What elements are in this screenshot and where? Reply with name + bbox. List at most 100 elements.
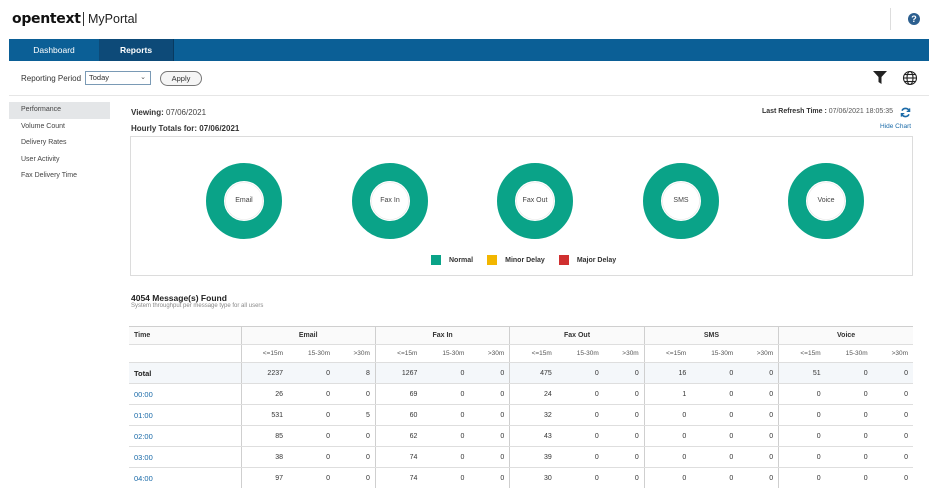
tab-dashboard[interactable]: Dashboard bbox=[9, 39, 99, 61]
subheader-cell[interactable]: 15-30m bbox=[288, 344, 335, 363]
opentext-logo[interactable]: opentext bbox=[12, 11, 81, 27]
report-sidebar: Performance Volume Count Delivery Rates … bbox=[9, 102, 110, 185]
viewing-value: 07/06/2021 bbox=[165, 108, 207, 117]
subheader-cell[interactable]: <=15m bbox=[240, 344, 288, 363]
table-cell: 0 bbox=[738, 383, 779, 405]
table-cell: 0 bbox=[288, 425, 335, 447]
table-cell: 0 bbox=[603, 446, 645, 468]
table-cell: 0 bbox=[738, 362, 779, 384]
hour-link[interactable]: 02:00 bbox=[129, 425, 241, 447]
table-cell: 43 bbox=[509, 425, 557, 447]
apply-button[interactable]: Apply bbox=[160, 71, 202, 86]
table-cell: 39 bbox=[509, 446, 557, 468]
table-cell: 0 bbox=[288, 383, 335, 405]
subheader-cell[interactable]: <=15m bbox=[509, 344, 557, 363]
refresh-icon[interactable] bbox=[900, 107, 911, 120]
table-cell: 97 bbox=[240, 467, 288, 488]
subheader-cell[interactable]: <=15m bbox=[643, 344, 692, 363]
legend-swatch bbox=[431, 255, 441, 265]
reporting-period-value: Today bbox=[89, 73, 110, 82]
table-cell: 0 bbox=[643, 425, 692, 447]
sidebar-item-user-activity[interactable]: User Activity bbox=[9, 152, 110, 169]
subheader-cell[interactable]: >30m bbox=[603, 344, 645, 363]
table-cell: 475 bbox=[509, 362, 557, 384]
table-cell: 2237 bbox=[240, 362, 288, 384]
sidebar-item-performance[interactable]: Performance bbox=[9, 102, 110, 119]
subheader-cell[interactable]: 15-30m bbox=[556, 344, 604, 363]
main-nav: Dashboard Reports bbox=[9, 39, 929, 61]
subheader-cell[interactable]: 15-30m bbox=[691, 344, 739, 363]
table-cell: 60 bbox=[374, 404, 423, 426]
table-cell: 0 bbox=[469, 383, 510, 405]
sidebar-item-fax-delivery-time[interactable]: Fax Delivery Time bbox=[9, 168, 110, 185]
viewing-label: Viewing: bbox=[131, 108, 164, 117]
table-subheader-row: <=15m 15-30m >30m <=15m 15-30m >30m <=15m 15-30… bbox=[129, 344, 914, 363]
table-cell: 30 bbox=[509, 467, 557, 488]
sidebar-item-volume-count[interactable]: Volume Count bbox=[9, 119, 110, 136]
table-cell: 38 bbox=[240, 446, 288, 468]
table-cell: 8 bbox=[335, 362, 376, 384]
table-cell: 51 bbox=[778, 362, 826, 384]
legend-label: Minor Delay bbox=[505, 256, 545, 264]
last-refresh: Last Refresh Time : 07/06/2021 18:05:35 bbox=[762, 108, 893, 115]
table-cell: 0 bbox=[422, 467, 470, 488]
subheader-cell[interactable]: <=15m bbox=[778, 344, 826, 363]
table-cell: 74 bbox=[374, 467, 423, 488]
donut-label: SMS bbox=[673, 197, 689, 204]
hourly-totals-title: Hourly Totals for: 07/06/2021 bbox=[131, 124, 240, 133]
table-cell: 1 bbox=[643, 383, 692, 405]
time-column-header[interactable]: Time bbox=[129, 326, 241, 345]
subheader-cell[interactable]: 15-30m bbox=[422, 344, 470, 363]
sidebar-item-delivery-rates[interactable]: Delivery Rates bbox=[9, 135, 110, 152]
table-cell: 26 bbox=[240, 383, 288, 405]
table-cell: 0 bbox=[603, 467, 645, 488]
table-cell: 0 bbox=[603, 362, 645, 384]
donut-label: Voice bbox=[817, 197, 835, 204]
toolbar-divider bbox=[9, 95, 929, 96]
hour-link[interactable]: 00:00 bbox=[129, 383, 241, 405]
table-total-row: Total 2237 0 8 1267 0 0 475 0 0 16 0 0 51 0 0 bbox=[129, 362, 914, 384]
table-cell: 69 bbox=[374, 383, 423, 405]
table-cell: 0 bbox=[556, 404, 604, 426]
table-cell: 0 bbox=[778, 446, 826, 468]
group-header-sms: SMS bbox=[643, 326, 779, 345]
messages-found: 4054 Message(s) Found bbox=[131, 293, 227, 303]
hour-link[interactable]: 01:00 bbox=[129, 404, 241, 426]
table-cell: 85 bbox=[240, 425, 288, 447]
hour-link[interactable]: 03:00 bbox=[129, 446, 241, 468]
table-cell: 531 bbox=[240, 404, 288, 426]
help-icon[interactable]: ? bbox=[908, 13, 920, 25]
legend-label: Normal bbox=[449, 256, 474, 264]
hour-link[interactable]: 04:00 bbox=[129, 467, 241, 488]
table-cell: 0 bbox=[825, 383, 873, 405]
table-cell: 0 bbox=[556, 467, 604, 488]
table-cell: 5 bbox=[335, 404, 376, 426]
table-cell: 0 bbox=[556, 425, 604, 447]
table-cell: 0 bbox=[825, 467, 873, 488]
subheader-cell[interactable]: >30m bbox=[335, 344, 376, 363]
table-cell: 0 bbox=[335, 467, 376, 488]
filter-icon[interactable] bbox=[873, 71, 887, 86]
donut-label: Email bbox=[235, 197, 253, 204]
table-cell: 0 bbox=[872, 467, 914, 488]
subheader-cell[interactable]: >30m bbox=[469, 344, 510, 363]
subheader-cell[interactable]: >30m bbox=[738, 344, 779, 363]
subheader-cell[interactable]: 15-30m bbox=[825, 344, 873, 363]
reporting-period-select[interactable]: Today ⌄ bbox=[85, 71, 151, 85]
top-header: opentext MyPortal ? bbox=[0, 0, 935, 38]
hide-chart-link[interactable]: Hide Chart bbox=[880, 123, 911, 130]
table-cell: 0 bbox=[335, 446, 376, 468]
tab-reports[interactable]: Reports bbox=[99, 39, 174, 61]
table-cell: 0 bbox=[469, 404, 510, 426]
subheader-cell[interactable]: >30m bbox=[872, 344, 914, 363]
table-cell: 0 bbox=[288, 404, 335, 426]
table-cell: 0 bbox=[422, 425, 470, 447]
table-cell: 62 bbox=[374, 425, 423, 447]
messages-subtitle: System throughput per message type for a… bbox=[131, 303, 264, 309]
subheader-cell[interactable]: <=15m bbox=[374, 344, 423, 363]
table-cell: 0 bbox=[738, 404, 779, 426]
table-cell: 0 bbox=[469, 425, 510, 447]
table-cell: 0 bbox=[872, 362, 914, 384]
globe-icon[interactable] bbox=[902, 70, 918, 88]
table-cell: 0 bbox=[469, 446, 510, 468]
